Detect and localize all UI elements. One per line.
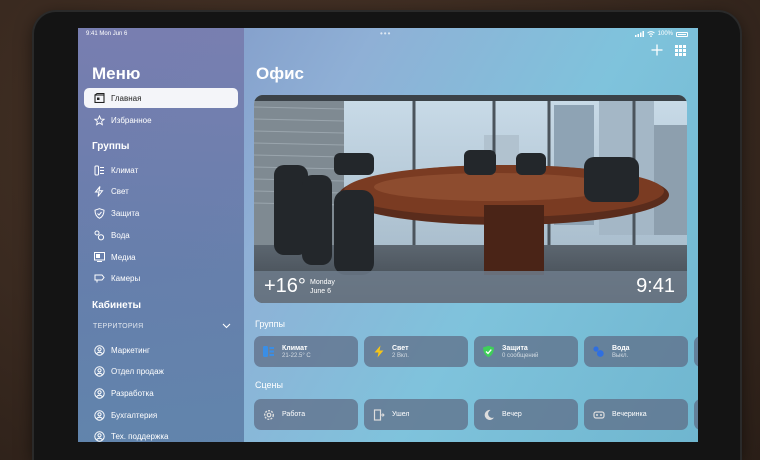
gear-icon [262, 408, 275, 421]
sidebar: Меню Главная Избранное Группы Климат Све… [78, 28, 244, 442]
hero-date: Monday June 6 [310, 278, 335, 296]
rooms-header: Кабинеты [92, 300, 142, 311]
sidebar-title: Меню [92, 64, 141, 83]
tile-title: Вода [612, 344, 630, 352]
sidebar-item-home[interactable]: Главная [84, 88, 238, 108]
scenes-section-label: Сцены [255, 380, 283, 390]
sidebar-item-marketing[interactable]: Маркетинг [84, 340, 238, 360]
tile-subtitle: 21-22.5° C [282, 352, 311, 359]
sidebar-item-label: Маркетинг [111, 345, 150, 355]
tile-subtitle: Выкл. [612, 352, 629, 359]
shield-icon [93, 207, 105, 219]
room-icon [93, 430, 105, 442]
groups-header: Группы [92, 141, 130, 152]
sidebar-item-label: Главная [111, 93, 142, 103]
climate-icon [262, 345, 275, 358]
signal-icon [634, 31, 644, 37]
territory-section[interactable]: ТЕРРИТОРИЯ [93, 323, 231, 330]
status-time: 9:41 Mon Jun 6 [86, 31, 128, 37]
sidebar-item-cameras[interactable]: Камеры [84, 268, 238, 288]
page-title: Офис [256, 64, 305, 83]
group-tile-light[interactable]: Свет 2 Вкл. [364, 336, 468, 367]
tile-title: Свет [392, 344, 409, 352]
room-icon [93, 365, 105, 377]
tile-title: Вечер [502, 411, 522, 418]
room-icon [93, 344, 105, 356]
tile-subtitle: 2 Вкл. [392, 352, 409, 359]
bolt-icon [372, 345, 385, 358]
tile-title: Работа [282, 411, 306, 418]
wifi-icon [646, 31, 655, 37]
status-bar: 9:41 Mon Jun 6 ••• 100% [78, 28, 698, 42]
sidebar-item-label: Отдел продаж [111, 366, 164, 376]
sidebar-item-media[interactable]: Медиа [84, 247, 238, 267]
temperature-readout: +16° [264, 275, 306, 297]
party-icon [592, 408, 605, 421]
star-icon [93, 114, 105, 126]
battery-icon [676, 31, 688, 37]
water-drop-icon [93, 229, 105, 241]
sidebar-item-label: Камеры [111, 273, 141, 283]
sidebar-item-accounting[interactable]: Бухгалтерия [84, 405, 238, 425]
media-icon [93, 251, 105, 263]
sidebar-item-label: Вода [111, 230, 130, 240]
hero-weekday: Monday [310, 279, 335, 286]
battery-percent: 100% [657, 31, 673, 37]
sidebar-item-favorites[interactable]: Избранное [84, 110, 238, 130]
top-actions [651, 44, 686, 59]
sidebar-item-label: Избранное [111, 115, 152, 125]
room-icon [93, 409, 105, 421]
chevron-down-icon [222, 323, 231, 329]
climate-icon [93, 164, 105, 176]
scene-tile-party[interactable]: Вечеринка [584, 399, 688, 430]
tablet-screen: 9:41 Mon Jun 6 ••• 100% Меню Главная Изб… [78, 28, 698, 442]
tile-subtitle: 0 сообщений [502, 352, 539, 359]
sidebar-item-label: Медиа [111, 252, 136, 262]
sidebar-item-label: Климат [111, 165, 139, 175]
office-hero-card[interactable]: +16° Monday June 6 9:41 [254, 95, 687, 303]
shield-icon [482, 345, 495, 358]
sidebar-item-label: Разработка [111, 388, 154, 398]
grid-menu-icon[interactable] [675, 44, 686, 59]
tile-title: Защита [502, 344, 528, 352]
territory-label: ТЕРРИТОРИЯ [93, 323, 144, 330]
house-icon [93, 92, 105, 104]
scene-tile-partial[interactable] [694, 399, 698, 430]
moon-icon [482, 408, 495, 421]
group-tile-partial[interactable] [694, 336, 698, 367]
tile-title: Ушел [392, 411, 410, 418]
sidebar-item-development[interactable]: Разработка [84, 383, 238, 403]
camera-icon [93, 272, 105, 284]
door-icon [372, 408, 385, 421]
hero-date-text: June 6 [310, 288, 332, 295]
group-tile-security[interactable]: Защита 0 сообщений [474, 336, 578, 367]
status-right: 100% [634, 31, 688, 37]
add-icon[interactable] [651, 44, 663, 59]
water-drop-icon [592, 345, 605, 358]
bolt-icon [93, 185, 105, 197]
hero-clock: 9:41 [636, 275, 675, 297]
sidebar-item-sales[interactable]: Отдел продаж [84, 361, 238, 381]
sidebar-item-security[interactable]: Защита [84, 203, 238, 223]
sidebar-item-climate[interactable]: Климат [84, 160, 238, 180]
group-tile-water[interactable]: Вода Выкл. [584, 336, 688, 367]
sidebar-item-label: Защита [111, 208, 140, 218]
groups-section-label: Группы [255, 319, 285, 329]
sidebar-item-support[interactable]: Тех. поддержка [84, 426, 238, 442]
tile-title: Климат [282, 344, 308, 352]
sidebar-item-label: Тех. поддержка [111, 431, 169, 441]
room-icon [93, 387, 105, 399]
sidebar-item-light[interactable]: Свет [84, 181, 238, 201]
sidebar-item-water[interactable]: Вода [84, 225, 238, 245]
scene-tile-away[interactable]: Ушел [364, 399, 468, 430]
sidebar-item-label: Свет [111, 186, 129, 196]
group-tile-climate[interactable]: Климат 21-22.5° C [254, 336, 358, 367]
tile-title: Вечеринка [612, 411, 647, 418]
scene-tile-work[interactable]: Работа [254, 399, 358, 430]
scene-tile-evening[interactable]: Вечер [474, 399, 578, 430]
multitask-dots: ••• [380, 29, 392, 38]
hero-info-bar: +16° Monday June 6 9:41 [254, 271, 687, 303]
sidebar-item-label: Бухгалтерия [111, 410, 158, 420]
